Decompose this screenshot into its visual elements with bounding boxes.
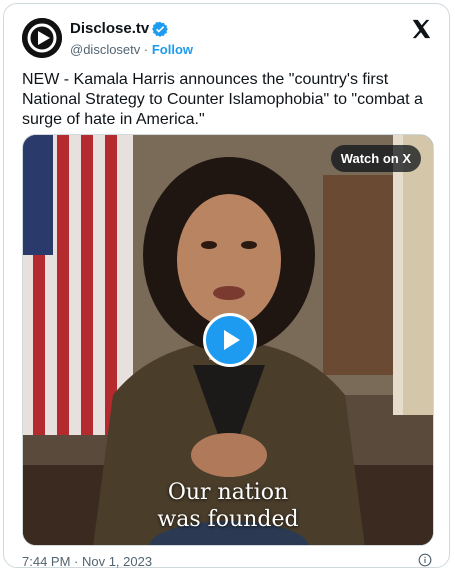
watch-on-x-button[interactable]: Watch on X (330, 145, 421, 172)
video-caption-line-1: Our nation (167, 480, 289, 505)
display-name[interactable]: Disclose.tv (70, 20, 149, 37)
x-logo-icon[interactable] (410, 18, 432, 40)
play-icon (224, 330, 240, 350)
verified-badge-icon (152, 21, 169, 37)
video-media[interactable]: Watch on X Our nation was founded (22, 134, 434, 546)
separator: · (140, 42, 152, 57)
follow-button[interactable]: Follow (152, 42, 193, 57)
disclose-logo-icon (22, 18, 62, 58)
tweet-card[interactable]: Disclose.tv @disclosetv · Follow NEW - K… (3, 3, 450, 569)
tweet-text: NEW - Kamala Harris announces the "count… (22, 71, 423, 128)
name-row: Disclose.tv (70, 20, 169, 37)
info-icon[interactable] (418, 553, 432, 567)
avatar[interactable] (22, 18, 62, 58)
handle-row: @disclosetv · Follow (70, 42, 193, 57)
play-button[interactable] (203, 313, 257, 367)
video-caption-line-2: was founded (157, 507, 299, 532)
handle[interactable]: @disclosetv (70, 42, 140, 57)
timestamp[interactable]: 7:44 PM · Nov 1, 2023 (22, 554, 152, 569)
